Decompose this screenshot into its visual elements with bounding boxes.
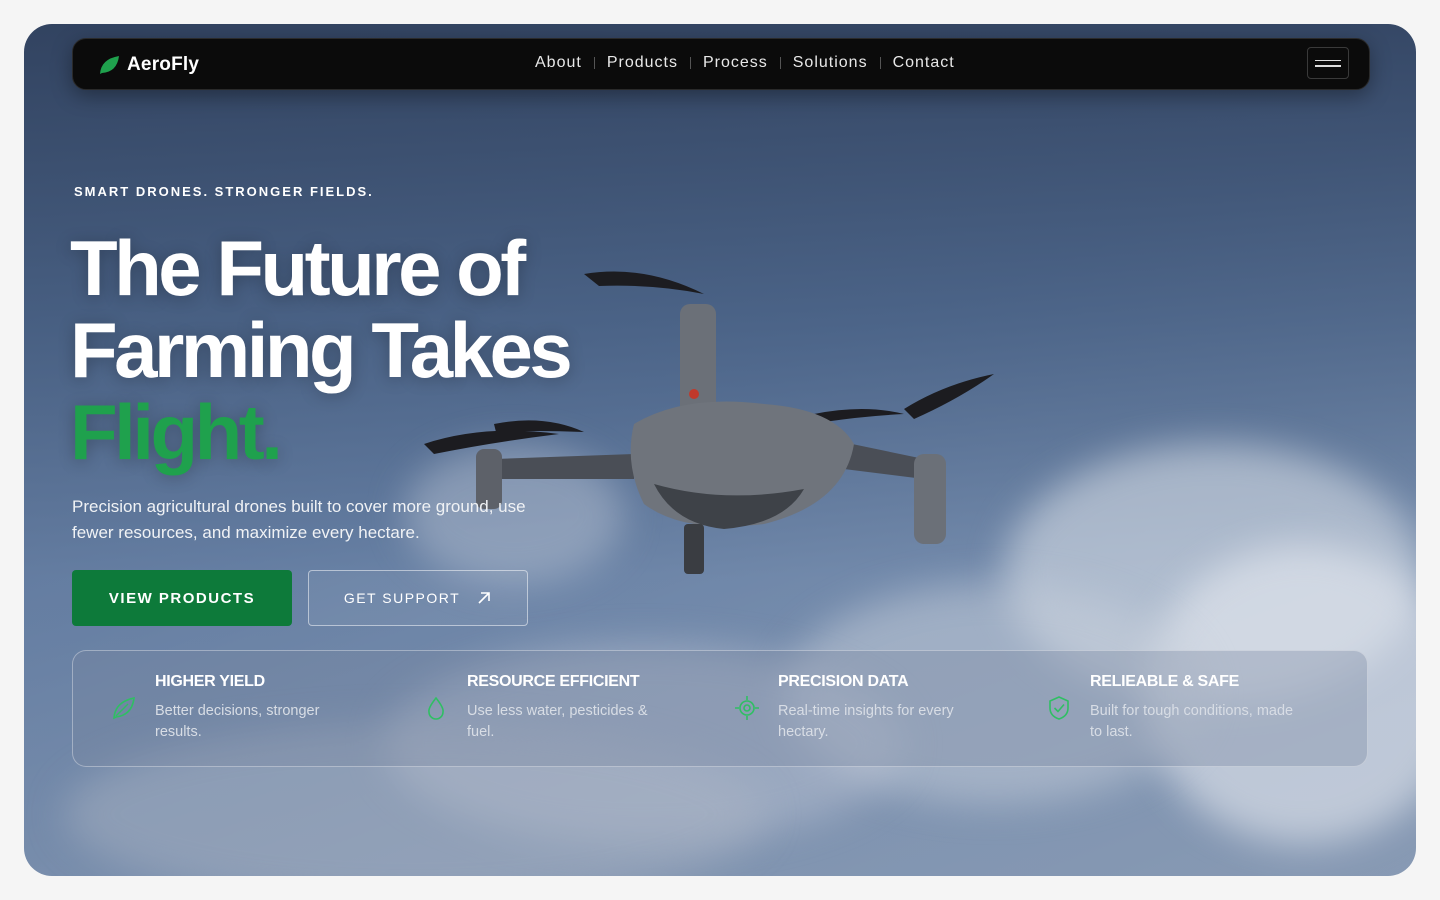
divider [779,57,781,69]
feature-title: PRECISION DATA [778,673,909,690]
feature-title: HIGHER YIELD [155,673,265,690]
feature-text: Use less water, pesticides & fuel. [467,703,648,740]
features-panel: HIGHER YIELD Better decisions, stronger … [72,650,1368,767]
leaf-icon [100,56,119,74]
water-drop-icon [428,696,444,720]
nav-link-about[interactable]: About [535,54,582,72]
get-support-label: GET SUPPORT [343,590,461,606]
hero-subtitle: Precision agricultural drones built to c… [72,497,526,542]
feature-text: Better decisions, stronger results. [155,703,320,740]
top-navbar: AeroFly About Products Process Solutions… [72,38,1370,90]
hero-title-line2: Farming Takes [70,306,573,394]
menu-button[interactable] [1307,47,1349,79]
shield-check-icon [1049,696,1069,720]
divider [879,57,881,69]
feature-title: RELIEABLE & SAFE [1090,673,1239,690]
hero-title-line1: The Future of [70,224,526,312]
target-icon [735,696,759,720]
nav-link-contact[interactable]: Contact [893,54,955,72]
brand-name: AeroFly [127,54,200,75]
hero-eyebrow: SMART DRONES. STRONGER FIELDS. [74,184,374,199]
hero-section: AeroFly About Products Process Solutions… [24,24,1416,876]
hero-title-highlight: Flight. [70,388,283,476]
nav-link-process[interactable]: Process [703,54,768,72]
brand[interactable]: AeroFly [97,53,199,77]
get-support-button[interactable]: GET SUPPORT [308,570,528,626]
nav-links: About Products Process Solutions Contact [535,54,955,72]
feature-text: Real-time insights for every hectary. [778,703,954,740]
hamburger-icon [1315,65,1341,67]
divider [689,57,691,69]
feature-title: RESOURCE EFFICIENT [467,673,640,690]
arrow-up-right-icon [478,592,490,604]
hamburger-icon [1315,59,1341,61]
view-products-button[interactable]: VIEW PRODUCTS [72,570,292,626]
hero-title: The Future of Farming Takes Flight. [70,224,573,476]
divider [593,57,595,69]
feature-text: Built for tough conditions, made to last… [1090,703,1294,740]
leaf-icon [113,696,135,720]
nav-link-solutions[interactable]: Solutions [793,54,868,72]
nav-link-products[interactable]: Products [607,54,678,72]
